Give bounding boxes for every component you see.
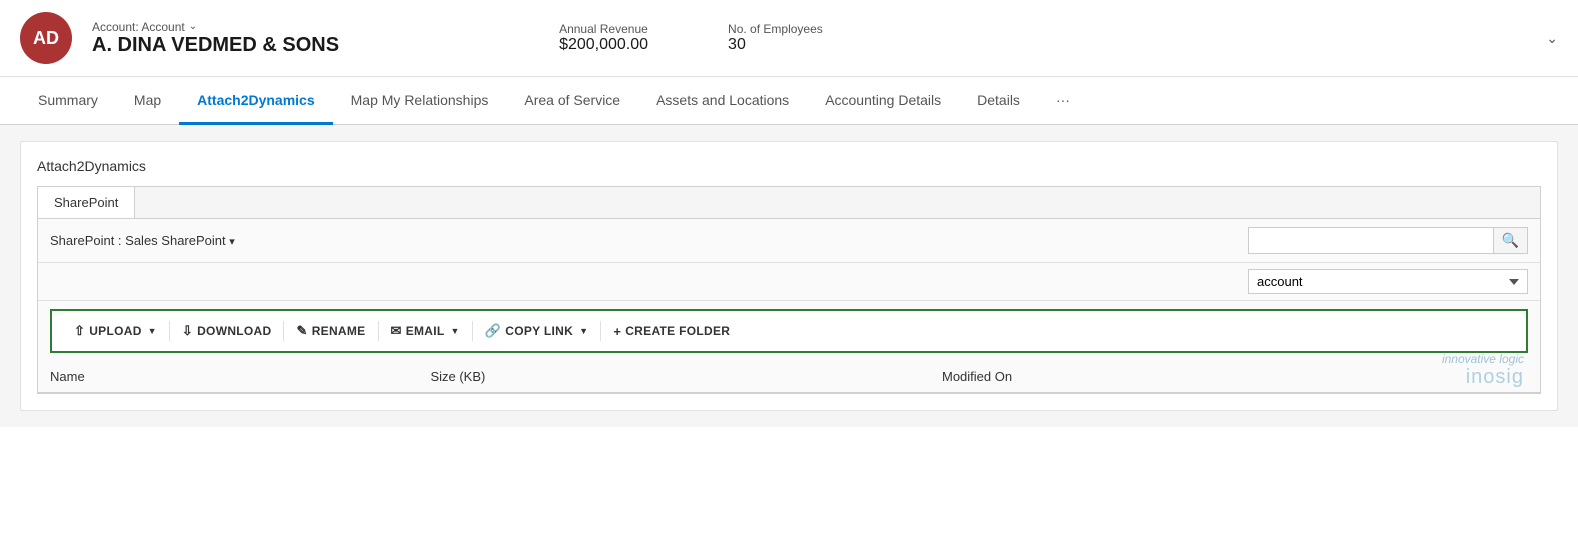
header-title-block: Account: Account ⌄ A. DINA VEDMED & SONS bbox=[92, 20, 339, 57]
search-input[interactable] bbox=[1249, 229, 1493, 252]
email-caret-icon[interactable]: ▼ bbox=[451, 326, 460, 336]
employees-value: 30 bbox=[728, 36, 823, 54]
employees-label: No. of Employees bbox=[728, 22, 823, 36]
upload-label: UPLOAD bbox=[89, 324, 141, 338]
account-label-text: Account: Account bbox=[92, 20, 185, 34]
search-box: 🔍 bbox=[1248, 227, 1528, 254]
nav-tabs: SummaryMapAttach2DynamicsMap My Relation… bbox=[0, 77, 1578, 125]
employees-block: No. of Employees 30 bbox=[728, 22, 823, 54]
create-folder-button[interactable]: + CREATE FOLDER bbox=[603, 320, 740, 343]
create-folder-icon: + bbox=[613, 324, 621, 339]
header-metrics: Annual Revenue $200,000.00 No. of Employ… bbox=[559, 22, 823, 54]
sharepoint-row: SharePoint : Sales SharePoint ▾ 🔍 bbox=[38, 219, 1540, 263]
sharepoint-dropdown-icon[interactable]: ▾ bbox=[229, 236, 235, 248]
copy-link-button[interactable]: 🔗 COPY LINK ▼ bbox=[475, 319, 599, 343]
email-label: EMAIL bbox=[406, 324, 445, 338]
separator-5 bbox=[600, 321, 601, 341]
dropdown-row: account bbox=[38, 263, 1540, 301]
copy-link-icon: 🔗 bbox=[485, 323, 502, 339]
upload-caret-icon[interactable]: ▼ bbox=[148, 326, 157, 336]
inner-tabs: SharePoint bbox=[38, 187, 1540, 219]
nav-tab-more[interactable]: ··· bbox=[1038, 78, 1088, 125]
separator-3 bbox=[378, 321, 379, 341]
rename-icon: ✎ bbox=[296, 323, 307, 339]
col-size: Size (KB) bbox=[418, 361, 930, 393]
annual-revenue-label: Annual Revenue bbox=[559, 22, 648, 36]
sharepoint-tab[interactable]: SharePoint bbox=[38, 187, 135, 218]
header: AD Account: Account ⌄ A. DINA VEDMED & S… bbox=[0, 0, 1578, 77]
annual-revenue-value: $200,000.00 bbox=[559, 36, 648, 54]
create-folder-label: CREATE FOLDER bbox=[625, 324, 730, 338]
upload-icon: ⇧ bbox=[74, 323, 85, 339]
download-icon: ⇩ bbox=[182, 323, 193, 339]
copy-link-caret-icon[interactable]: ▼ bbox=[579, 326, 588, 336]
table-header-row: Name Size (KB) Modified On bbox=[38, 361, 1540, 393]
email-button[interactable]: ✉ EMAIL ▼ bbox=[381, 319, 470, 343]
nav-tab-map[interactable]: Map bbox=[116, 78, 179, 125]
download-button[interactable]: ⇩ DOWNLOAD bbox=[172, 319, 282, 343]
separator-4 bbox=[472, 321, 473, 341]
avatar: AD bbox=[20, 12, 72, 64]
file-table-wrapper: Name Size (KB) Modified On innovative lo… bbox=[38, 361, 1540, 393]
nav-tab-accounting-details[interactable]: Accounting Details bbox=[807, 78, 959, 125]
search-button[interactable]: 🔍 bbox=[1493, 228, 1527, 253]
copy-link-label: COPY LINK bbox=[505, 324, 573, 338]
annual-revenue-block: Annual Revenue $200,000.00 bbox=[559, 22, 648, 54]
account-dropdown-icon[interactable]: ⌄ bbox=[189, 21, 197, 32]
nav-tab-area-of-service[interactable]: Area of Service bbox=[506, 78, 638, 125]
col-modified-on: Modified On bbox=[930, 361, 1540, 393]
nav-tab-details[interactable]: Details bbox=[959, 78, 1038, 125]
download-label: DOWNLOAD bbox=[197, 324, 271, 338]
nav-tab-assets-and-locations[interactable]: Assets and Locations bbox=[638, 78, 807, 125]
col-name: Name bbox=[38, 361, 418, 393]
section-card: Attach2Dynamics SharePoint SharePoint : … bbox=[20, 141, 1558, 411]
section-title: Attach2Dynamics bbox=[37, 158, 1541, 174]
account-label[interactable]: Account: Account ⌄ bbox=[92, 20, 339, 34]
nav-tab-map-my-relationships[interactable]: Map My Relationships bbox=[333, 78, 507, 125]
upload-button[interactable]: ⇧ UPLOAD ▼ bbox=[64, 319, 167, 343]
header-collapse-icon[interactable]: ⌄ bbox=[1546, 30, 1558, 47]
sharepoint-label-text: SharePoint : Sales SharePoint bbox=[50, 233, 226, 248]
email-icon: ✉ bbox=[391, 323, 402, 339]
rename-button[interactable]: ✎ RENAME bbox=[286, 319, 375, 343]
rename-label: RENAME bbox=[312, 324, 366, 338]
nav-tab-summary[interactable]: Summary bbox=[20, 78, 116, 125]
account-name: A. DINA VEDMED & SONS bbox=[92, 34, 339, 57]
file-table: Name Size (KB) Modified On bbox=[38, 361, 1540, 393]
separator-1 bbox=[169, 321, 170, 341]
account-dropdown[interactable]: account bbox=[1248, 269, 1528, 294]
separator-2 bbox=[283, 321, 284, 341]
sharepoint-label[interactable]: SharePoint : Sales SharePoint ▾ bbox=[50, 233, 235, 248]
inner-panel: SharePoint SharePoint : Sales SharePoint… bbox=[37, 186, 1541, 394]
toolbar: ⇧ UPLOAD ▼ ⇩ DOWNLOAD ✎ RENAME ✉ EMAIL bbox=[50, 309, 1528, 353]
content-area: Attach2Dynamics SharePoint SharePoint : … bbox=[0, 125, 1578, 427]
nav-tab-attach2dynamics[interactable]: Attach2Dynamics bbox=[179, 78, 333, 125]
